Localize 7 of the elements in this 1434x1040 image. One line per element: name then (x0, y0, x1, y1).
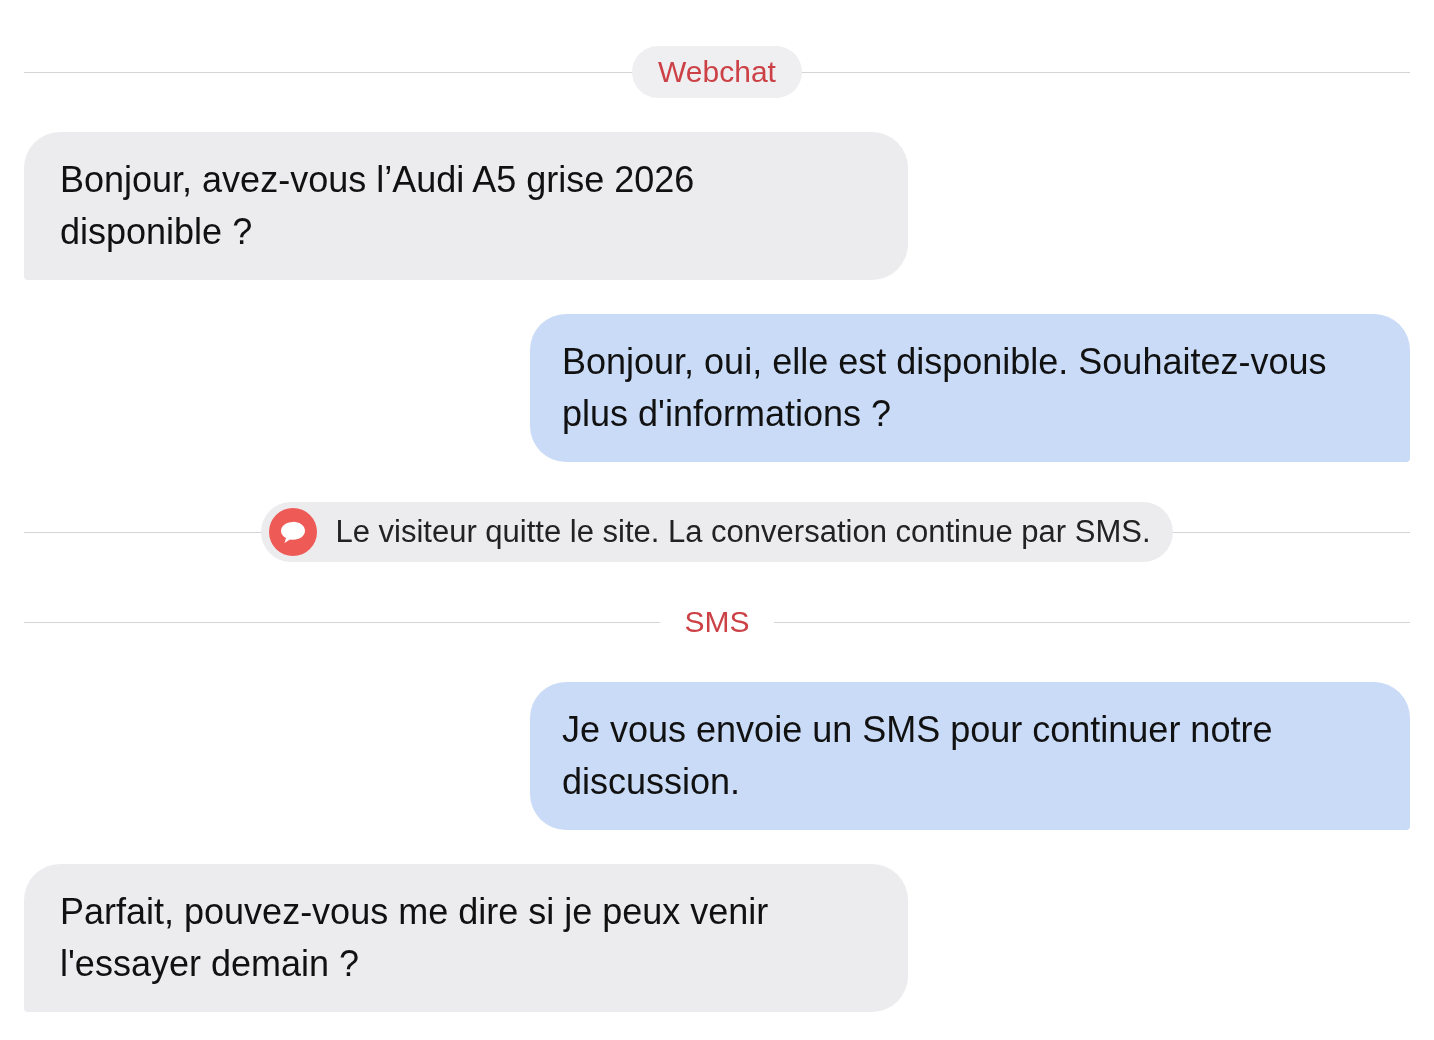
chat-bubble-icon (269, 508, 318, 556)
notice-text: Le visiteur quitte le site. La conversation continue par SMS. (335, 512, 1151, 551)
channel-label: Webchat (632, 46, 802, 98)
message-bubble: Bonjour, oui, elle est disponible. Souhaitez-vous plus d'informations ? (530, 314, 1410, 462)
message-bubble: Je vous envoie un SMS pour continuer notre discussion. (530, 682, 1410, 830)
message-bubble: Parfait, pouvez-vous me dire si je peux venir l'essayer demain ? (24, 864, 908, 1012)
message-bubble: Bonjour, avez-vous l’Audi A5 grise 2026 disponible ? (24, 132, 908, 280)
